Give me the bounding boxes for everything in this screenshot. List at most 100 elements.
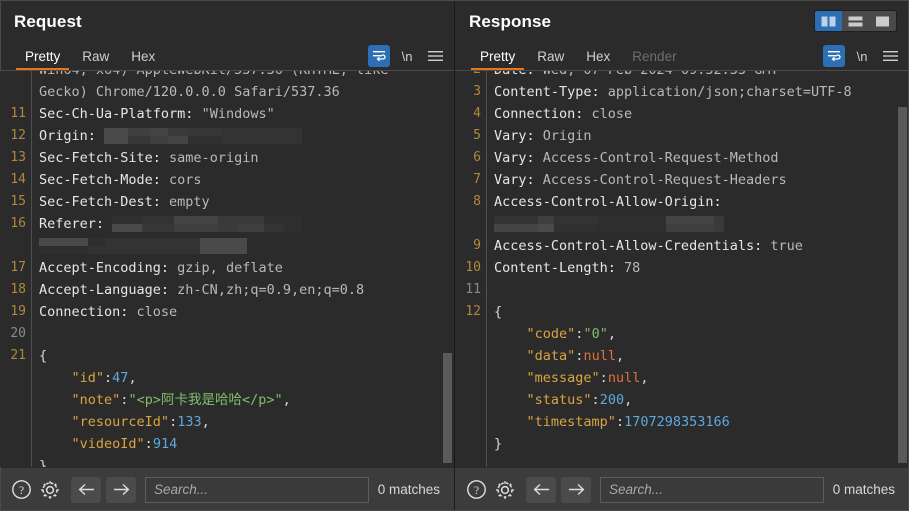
code-line: Access-Control-Allow-Credentials: true [494,238,803,254]
line-number: 13 [10,150,26,165]
request-panel: Request Pretty Raw Hex \n 11 12 13 14 15… [0,0,455,511]
search-back-button[interactable] [71,476,101,503]
newline-label: \n [401,48,413,64]
request-status-bar: ? Search... 0 matches [0,467,454,511]
hamburger-menu-icon[interactable] [424,45,446,67]
search-forward-button[interactable] [561,476,591,503]
response-scrollbar-track[interactable] [896,71,909,467]
tab-request-pretty[interactable]: Pretty [14,49,71,70]
line-number [0,367,26,389]
gear-icon[interactable] [492,477,518,503]
line-number: 14 [10,172,26,187]
response-line-gutter: 2 3 4 5 6 7 8 9 10 11 12 [455,71,487,467]
word-wrap-icon[interactable] [823,45,845,67]
code-line: Origin: [39,125,454,147]
hamburger-menu-icon[interactable] [879,45,901,67]
svg-text:?: ? [18,485,23,497]
request-editor[interactable]: 11 12 13 14 15 16 17 18 19 20 21 Win64; x64) Apple… [0,70,454,467]
line-number [455,213,481,235]
search-back-button[interactable] [526,476,556,503]
line-number: 8 [473,194,481,209]
newline-toggle-button[interactable]: \n [396,45,418,67]
code-line: Win64; x64) AppleWebKit/537.36 (KHTML, l… [39,71,454,81]
line-number: 6 [473,150,481,165]
request-scrollbar-track[interactable] [441,71,454,467]
tab-response-render[interactable]: Render [621,49,687,70]
line-number: 16 [10,216,26,231]
code-line: Referer: [39,213,454,235]
code-line: Sec-Fetch-Site: same-origin [39,150,259,166]
code-line: Content-Length: 78 [494,260,641,276]
redacted-value [112,216,303,232]
request-code-area[interactable]: Win64; x64) AppleWebKit/537.36 (KHTML, l… [32,71,454,467]
code-line: } [494,436,503,452]
response-tab-row: Pretty Raw Hex Render \n [455,40,909,70]
code-line: Content-Type: application/json;charset=U… [494,84,852,100]
line-number: 19 [10,304,26,319]
gear-icon[interactable] [37,477,63,503]
redacted-value [494,216,724,232]
code-line: Connection: close [39,304,178,320]
response-search-input[interactable]: Search... [600,476,824,503]
panel-top-spacer-right [455,0,909,8]
response-editor[interactable]: 2 3 4 5 6 7 8 9 10 11 12 Date: Wed, 07 Feb 2024 09… [455,70,909,467]
word-wrap-icon[interactable] [368,45,390,67]
tab-response-pretty[interactable]: Pretty [469,49,526,70]
line-number: 15 [10,194,26,209]
code-line: Sec-Ch-Ua-Platform: "Windows" [39,106,275,122]
request-search-input[interactable]: Search... [145,476,369,503]
line-number: 11 [465,282,481,297]
line-number [0,81,26,103]
code-line: Access-Control-Allow-Origin: [494,194,722,210]
tab-request-hex[interactable]: Hex [120,49,166,70]
code-line: Accept-Encoding: gzip, deflate [39,260,283,276]
code-line: Date: Wed, 07 Feb 2024 09:32:33 GMT [494,71,909,81]
response-search-placeholder: Search... [609,482,664,497]
response-status-bar: ? Search... 0 matches [455,467,909,511]
line-number: 12 [465,304,481,319]
response-gutter-lines: 2 3 4 5 6 7 8 9 10 11 12 [455,71,481,455]
line-number: 17 [10,260,26,275]
line-number: 4 [473,106,481,121]
layout-side-by-side-button[interactable] [815,11,842,31]
code-line: "resourceId":133, [71,414,210,430]
line-number [0,455,26,467]
tab-response-hex[interactable]: Hex [575,49,621,70]
code-line: } [39,458,48,467]
burp-message-viewer: Request Pretty Raw Hex \n 11 12 13 14 15… [0,0,909,511]
request-gutter-lines: 11 12 13 14 15 16 17 18 19 20 21 [0,71,26,467]
code-line: Sec-Fetch-Mode: cors [39,172,202,188]
code-line: "timestamp":1707298353166 [526,414,730,430]
code-line: "status":200, [526,392,633,408]
line-number: 11 [10,106,26,121]
code-line: "code":"0", [526,326,616,342]
line-number [0,235,26,257]
code-line: Gecko) Chrome/120.0.0.0 Safari/537.36 [39,84,340,100]
code-line [494,213,909,235]
layout-stacked-button[interactable] [842,11,869,31]
request-code-lines: Win64; x64) AppleWebKit/537.36 (KHTML, l… [39,71,454,467]
redacted-value [39,238,247,254]
request-match-count: 0 matches [377,482,440,497]
code-line: "note":"<p>阿卡我是哈哈</p>", [71,392,291,408]
response-scrollbar-thumb[interactable] [898,107,907,463]
layout-single-button[interactable] [869,11,896,31]
code-line: Sec-Fetch-Dest: empty [39,194,210,210]
search-forward-button[interactable] [106,476,136,503]
newline-toggle-button[interactable]: \n [851,45,873,67]
request-line-gutter: 11 12 13 14 15 16 17 18 19 20 21 [0,71,32,467]
code-line: "videoId":914 [71,436,178,452]
code-line: Connection: close [494,106,633,122]
help-circle-icon[interactable]: ? [463,477,489,503]
line-number: 10 [465,260,481,275]
response-match-count: 0 matches [832,482,895,497]
help-circle-icon[interactable]: ? [8,477,34,503]
request-scrollbar-thumb[interactable] [443,353,452,463]
tab-request-raw[interactable]: Raw [71,49,120,70]
code-line: Accept-Language: zh-CN,zh;q=0.9,en;q=0.8 [39,282,365,298]
response-code-area[interactable]: Date: Wed, 07 Feb 2024 09:32:33 GMT Conte… [487,71,909,467]
tab-response-raw[interactable]: Raw [526,49,575,70]
line-number [0,389,26,411]
